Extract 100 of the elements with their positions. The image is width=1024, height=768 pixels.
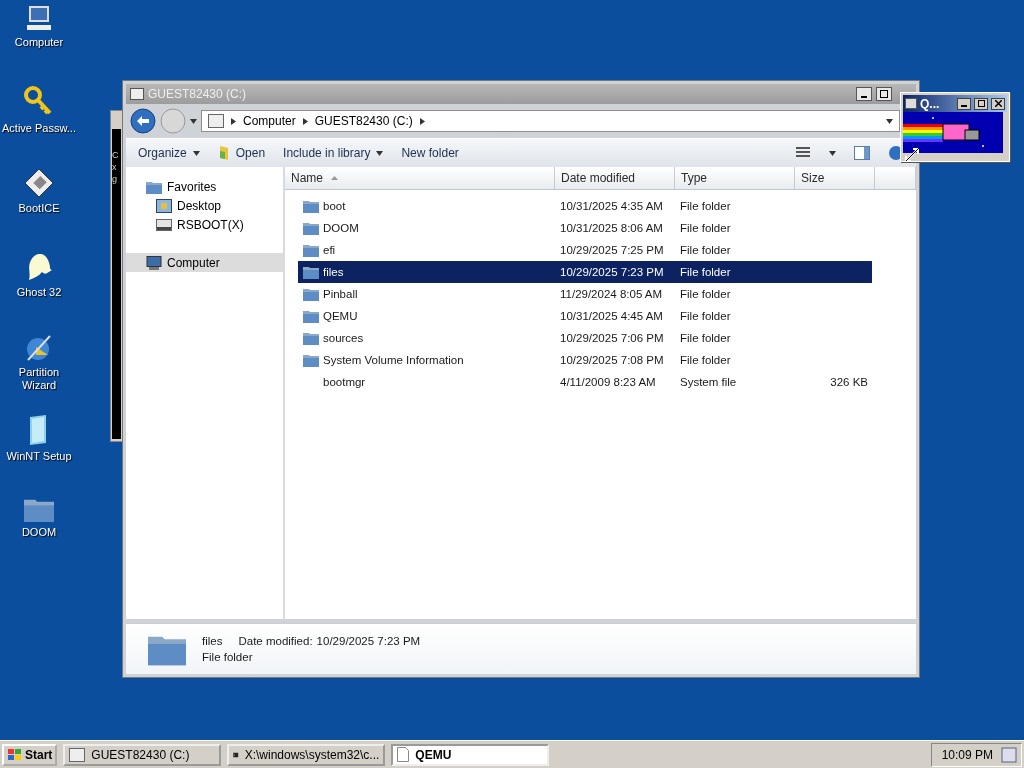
maximize-button[interactable] (974, 97, 988, 110)
file-type: File folder (679, 222, 732, 234)
toolbar-button[interactable]: Open (217, 145, 266, 161)
column-header[interactable]: Size (795, 167, 875, 189)
file-row[interactable]: bootmgr 4/11/2009 8:23 AM System file 326 KB (298, 371, 872, 393)
file-row[interactable]: DOOM 10/31/2025 8:06 AM File folder (298, 217, 872, 239)
file-date: 10/29/2025 7:06 PM (559, 332, 665, 344)
breadcrumb-arrow-icon (302, 117, 308, 125)
caret-icon (192, 150, 200, 156)
windows-flag-icon (7, 747, 23, 762)
toolbar-button[interactable]: Include in library (283, 146, 384, 160)
breadcrumb[interactable]: Computer (243, 114, 296, 128)
column-header[interactable]: Type (675, 167, 795, 189)
taskbar-button[interactable]: X:\windows\system32\c... (227, 743, 386, 766)
desktop-icon-label[interactable]: BootICE (1, 202, 77, 215)
document-icon (397, 747, 410, 762)
file-name: efi (298, 243, 555, 257)
file-row[interactable]: files 10/29/2025 7:23 PM File folder (298, 261, 872, 283)
folder-icon (303, 243, 319, 257)
view-icon[interactable] (795, 146, 811, 160)
minimize-button[interactable] (957, 97, 971, 110)
taskbar-button[interactable]: QEMU (391, 743, 550, 766)
maximize-button[interactable] (876, 87, 892, 101)
desktop-icon-label[interactable]: Computer (1, 36, 77, 49)
folder-icon (303, 287, 319, 301)
clock: 10:09 PM (941, 747, 993, 762)
file-row[interactable]: System Volume Information 10/29/2025 7:08 PM File folder (298, 349, 872, 371)
back-button[interactable] (130, 108, 156, 134)
nav-item[interactable]: RSBOOT(X) (126, 215, 283, 234)
file-row[interactable]: efi 10/29/2025 7:25 PM File folder (298, 239, 872, 261)
file-name: boot (298, 199, 555, 213)
file-row[interactable]: sources 10/29/2025 7:06 PM File folder (298, 327, 872, 349)
dropdown-caret-icon (886, 118, 893, 124)
nav-item[interactable]: Computer (126, 253, 283, 272)
file-name: DOOM (298, 221, 555, 235)
file-type: File folder (679, 244, 732, 256)
file-date: 10/29/2025 7:23 PM (559, 266, 665, 278)
folder-icon (303, 221, 319, 235)
file-date: 10/29/2025 7:25 PM (559, 244, 665, 256)
file-date: 10/29/2025 7:08 PM (559, 354, 665, 366)
sort-arrow-icon (331, 176, 338, 180)
desktop-icon-label[interactable]: Partition Wizard (1, 366, 77, 392)
close-button[interactable] (991, 97, 1005, 110)
desktop-icon-label[interactable]: WinNT Setup (1, 450, 77, 463)
file-row[interactable]: boot 10/31/2025 4:35 AM File folder (298, 195, 872, 217)
address-bar[interactable]: Computer GUEST82430 (C:) (201, 110, 900, 132)
open-icon (217, 145, 230, 161)
date-value: 10/29/2025 7:23 PM (316, 635, 421, 647)
file-type: File folder (679, 332, 732, 344)
caret-icon (376, 150, 384, 156)
nav-item[interactable]: Favorites (126, 177, 283, 196)
file-name: QEMU (298, 309, 555, 323)
caret-icon (829, 150, 836, 156)
file-date: 10/31/2025 4:45 AM (559, 310, 664, 322)
file-row[interactable]: Pinball 11/29/2024 8:05 AM File folder (298, 283, 872, 305)
desktop-icon-label[interactable]: Active Passw... (1, 122, 77, 135)
desktop-icon-label[interactable]: DOOM (1, 526, 77, 540)
toolbar-button[interactable]: Organize (138, 146, 200, 160)
date-label: Date modified: (238, 635, 313, 647)
console-text: C (112, 149, 119, 161)
maximize-icon (977, 100, 985, 107)
file-type: File folder (679, 288, 732, 300)
console-text: x (112, 161, 118, 173)
breadcrumb-arrow-icon (419, 117, 425, 125)
file-name: Pinball (298, 287, 555, 301)
folder-icon (303, 265, 319, 279)
breadcrumb-arrow-icon (231, 117, 236, 125)
drive-icon (208, 114, 224, 128)
file-date: 10/31/2025 8:06 AM (559, 222, 664, 234)
monitor-icon (146, 255, 162, 270)
file-date: 10/31/2025 4:35 AM (559, 200, 664, 212)
folder-icon (303, 309, 319, 323)
console-text: g (112, 173, 118, 185)
file-date: 4/11/2009 8:23 AM (559, 376, 657, 388)
close-icon (994, 100, 1002, 107)
minimize-button[interactable] (856, 87, 872, 101)
window-title: Q... (920, 96, 941, 111)
column-header[interactable]: Name (285, 167, 555, 189)
file-name: System Volume Information (298, 353, 555, 367)
selected-name: files (202, 635, 223, 647)
folder-icon (303, 199, 319, 213)
window-icon (69, 747, 86, 762)
selected-type: File folder (202, 651, 254, 663)
preview-pane-icon[interactable] (854, 146, 870, 160)
column-header[interactable]: Date modified (555, 167, 675, 189)
start-button[interactable]: Start (2, 743, 58, 766)
breadcrumb[interactable]: GUEST82430 (C:) (314, 114, 413, 128)
maximize-icon (880, 90, 888, 98)
taskbar-button[interactable]: GUEST82430 (C:) (63, 743, 222, 766)
file-row[interactable]: QEMU 10/31/2025 4:45 AM File folder (298, 305, 872, 327)
file-size: 326 KB (829, 376, 869, 388)
folder-icon (303, 331, 319, 345)
file-type: System file (679, 376, 738, 388)
file-name: files (298, 265, 555, 279)
computer-icon (25, 4, 53, 32)
toolbar-button[interactable]: New folder (401, 146, 459, 160)
file-type: File folder (679, 266, 732, 278)
desktop-icon-label[interactable]: Ghost 32 (1, 286, 77, 299)
window-icon (905, 98, 917, 109)
nav-item[interactable]: Desktop (126, 196, 283, 215)
